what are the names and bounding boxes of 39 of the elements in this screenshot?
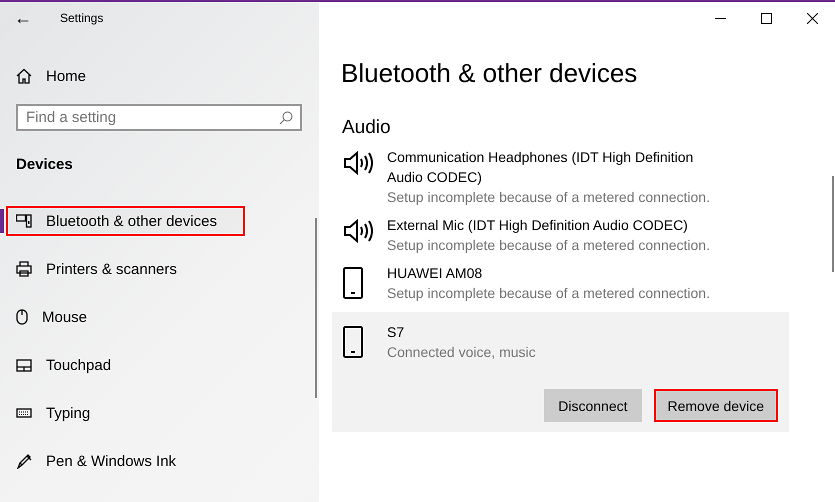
maximize-icon[interactable] xyxy=(760,12,772,24)
nav-item[interactable]: Typing xyxy=(6,398,245,428)
action-button[interactable]: Remove device xyxy=(654,389,778,422)
speaker-icon xyxy=(343,219,375,243)
nav-item[interactable]: Printers & scanners xyxy=(6,254,245,284)
pen-icon xyxy=(16,453,32,469)
device-status: Setup incomplete because of a metered connection. xyxy=(387,236,711,255)
device-name: External Mic (IDT High Definition Audio CODEC) xyxy=(387,216,689,235)
close-icon[interactable] xyxy=(806,12,818,24)
section-heading: Devices xyxy=(16,156,74,173)
mouse-icon xyxy=(16,309,28,325)
scrollbar[interactable] xyxy=(832,176,834,272)
printer-icon xyxy=(16,261,32,277)
nav-item[interactable]: Mouse xyxy=(6,302,245,332)
device-panel[interactable]: S7 Connected voice, music Disconnect Remove device xyxy=(332,312,789,432)
device-name: HUAWEI AM08 xyxy=(387,264,484,283)
touchpad-icon xyxy=(16,358,32,372)
keyboard-icon xyxy=(16,408,32,418)
home-icon xyxy=(16,68,32,84)
scrollbar[interactable] xyxy=(315,218,317,398)
speaker-icon xyxy=(343,151,375,175)
search-icon[interactable] xyxy=(279,111,293,125)
device-status: Connected voice, music xyxy=(387,343,537,362)
search-field[interactable]: Find a setting xyxy=(16,104,302,131)
device-name: Communication Headphones (IDT High Definition Audio CODEC) xyxy=(387,148,694,187)
phone-icon xyxy=(343,326,363,358)
action-button[interactable]: Disconnect xyxy=(544,389,642,422)
keyboard-speaker-icon xyxy=(16,214,32,228)
window-title: Settings xyxy=(60,11,104,25)
nav-item[interactable]: Pen & Windows Ink xyxy=(6,446,245,476)
back-button[interactable]: ← xyxy=(0,3,46,33)
home-link[interactable]: Home xyxy=(0,61,319,91)
phone-icon xyxy=(343,267,363,299)
device-name: S7 xyxy=(387,323,406,342)
device-status: Setup incomplete because of a metered connection. xyxy=(387,284,711,303)
section-heading: Audio xyxy=(342,117,392,139)
nav-item[interactable]: Touchpad xyxy=(6,350,245,380)
device-status: Setup incomplete because of a metered connection. xyxy=(387,188,711,207)
page-title: Bluetooth & other devices xyxy=(341,58,638,89)
